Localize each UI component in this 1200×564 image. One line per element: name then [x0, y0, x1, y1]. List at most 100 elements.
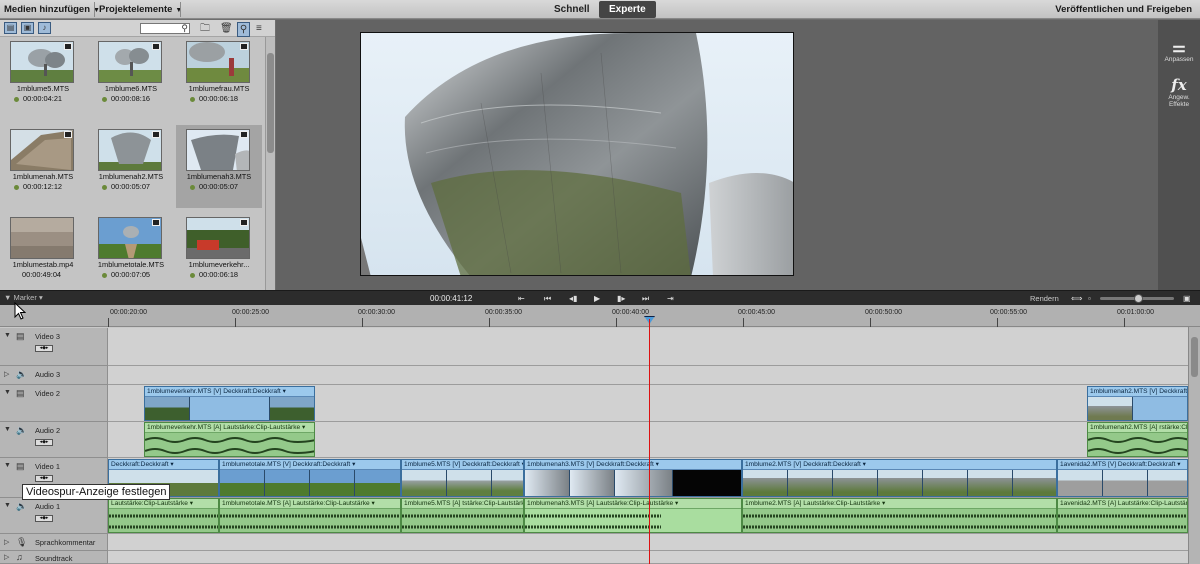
track-audio1[interactable]: Lautstärke:Clip-Lautstärke ▾ 1mblumetota…: [108, 498, 1188, 534]
audio-clip[interactable]: 1mblume5.MTS [A] tstärke:Clip-Lautstärke…: [401, 498, 524, 533]
zoom-slider-handle[interactable]: [1134, 294, 1143, 303]
mode-quick-tab[interactable]: Schnell: [544, 1, 600, 18]
video-filter-icon[interactable]: ▤: [4, 22, 17, 34]
keyframe-controls[interactable]: ◂◆▸: [35, 439, 53, 446]
track-header-narration[interactable]: ▷ 🎙 Sprachkommentar: [0, 534, 108, 551]
project-assets-menu[interactable]: Projektelemente ▼: [95, 0, 186, 19]
asset-item[interactable]: 1mblumeverkehr... 00:00:06:18: [176, 213, 262, 296]
step-forward-icon[interactable]: ▮▸: [617, 293, 625, 304]
keyframe-controls[interactable]: ◂◆▸: [35, 475, 53, 482]
track-video3[interactable]: [108, 328, 1188, 366]
pin-icon[interactable]: ⚲: [237, 22, 250, 37]
track-header-video3[interactable]: ▼ ▤ Video 3 ◂◆▸: [0, 328, 108, 366]
next-edit-icon[interactable]: ⏭: [642, 293, 649, 304]
render-button[interactable]: Rendern: [1030, 294, 1059, 303]
audio-clip[interactable]: 1mblume2.MTS [A] Lautstärke:Clip-Lautstä…: [742, 498, 1057, 533]
film-icon: [152, 43, 160, 50]
keyframe-controls[interactable]: ◂◆▸: [35, 515, 53, 522]
track-header-audio1[interactable]: ▼ 🔈 Audio 1 ◂◆▸: [0, 498, 108, 534]
scrollbar-thumb[interactable]: [1191, 337, 1198, 377]
asset-item[interactable]: 1mblume5.MTS 00:00:04:21: [0, 37, 86, 120]
track-header-video2[interactable]: ▼ ▤ Video 2: [0, 385, 108, 422]
publish-share-menu[interactable]: Veröffentlichen und Freigeben: [1051, 0, 1196, 19]
step-back-icon[interactable]: ◂▮: [569, 293, 577, 304]
expand-triangle-icon[interactable]: ▷: [4, 370, 9, 378]
track-name: Audio 3: [35, 370, 61, 379]
assets-scrollbar[interactable]: [265, 37, 275, 296]
audio-clip[interactable]: 1mblumeverkehr.MTS [A] Lautstärke:Clip-L…: [144, 422, 315, 457]
keyframe-controls[interactable]: ◂◆▸: [35, 345, 53, 352]
delete-icon[interactable]: 🗑: [220, 22, 233, 35]
zoom-in-icon[interactable]: ▣: [1183, 293, 1191, 304]
track-header-audio2[interactable]: ▼ 🔈 Audio 2 ◂◆▸: [0, 422, 108, 458]
new-folder-icon[interactable]: 🗀: [200, 22, 210, 35]
video-clip[interactable]: 1mblumenah3.MTS [V] Deckkraft:Deckkraft …: [524, 459, 742, 497]
waveform: [743, 514, 1056, 529]
current-timecode[interactable]: 00:00:41:12: [430, 294, 472, 303]
expand-triangle-icon[interactable]: ▼: [4, 462, 11, 469]
asset-item-selected[interactable]: 1mblumenah3.MTS 00:00:05:07: [176, 125, 262, 208]
asset-item[interactable]: 1mblumenah2.MTS 00:00:05:07: [88, 125, 174, 208]
playhead-line[interactable]: [649, 319, 650, 564]
video-clip[interactable]: 1mblumenah2.MTS [V] Deckkraft:Deckkraft …: [1087, 386, 1188, 421]
video-clip[interactable]: 1mblume2.MTS [V] Deckkraft:Deckkraft ▾: [742, 459, 1057, 497]
film-icon: [152, 131, 160, 138]
fit-timeline-icon[interactable]: ⟺: [1071, 293, 1082, 304]
sliders-icon: ⚌: [1172, 38, 1186, 56]
track-video1[interactable]: Deckkraft:Deckkraft ▾ 1mblumetotale.MTS …: [108, 458, 1188, 498]
expand-triangle-icon[interactable]: ▼: [4, 332, 11, 339]
audio-filter-icon[interactable]: ♪: [38, 22, 51, 34]
go-to-end-icon[interactable]: ⇥: [667, 293, 674, 304]
previous-edit-icon[interactable]: ⏮: [544, 293, 551, 304]
audio-clip[interactable]: 1mblumenah2.MTS [A] rstärke:Clip-Lautstä…: [1087, 422, 1188, 457]
audio-clip[interactable]: Lautstärke:Clip-Lautstärke ▾: [108, 498, 219, 533]
track-header-soundtrack[interactable]: ▷ ♫ Soundtrack: [0, 551, 108, 564]
zoom-out-icon[interactable]: ▫: [1088, 293, 1091, 304]
track-audio3[interactable]: [108, 366, 1188, 385]
asset-duration: 00:00:06:18: [190, 270, 238, 279]
play-icon[interactable]: ▶: [594, 293, 600, 304]
project-assets-label: Projektelemente: [99, 4, 173, 15]
track-video2[interactable]: 1mblumeverkehr.MTS [V] Deckkraft:Deckkra…: [108, 385, 1188, 422]
track-narration[interactable]: [108, 534, 1188, 551]
panel-menu-icon[interactable]: ≡: [256, 22, 262, 35]
expand-triangle-icon[interactable]: ▷: [4, 538, 9, 546]
video-clip[interactable]: 1mblumetotale.MTS [V] Deckkraft:Deckkraf…: [219, 459, 401, 497]
marker-menu[interactable]: ▼ Marker ▾: [4, 293, 43, 302]
assets-search-input[interactable]: ⚲: [140, 23, 190, 34]
expand-triangle-icon[interactable]: ▷: [4, 553, 9, 561]
expand-triangle-icon[interactable]: ▼: [4, 426, 11, 433]
go-to-start-icon[interactable]: ⇤: [518, 293, 525, 304]
video-clip[interactable]: 1avenida2.MTS [V] Deckkraft:Deckkraft ▾: [1057, 459, 1188, 497]
duration-value: 00:00:05:07: [199, 182, 239, 191]
asset-item[interactable]: 1mblumefrau.MTS 00:00:06:18: [176, 37, 262, 120]
track-audio2[interactable]: 1mblumeverkehr.MTS [A] Lautstärke:Clip-L…: [108, 422, 1188, 458]
mode-expert-tab[interactable]: Experte: [599, 1, 656, 18]
ruler-tick: [1124, 318, 1125, 327]
video-clip[interactable]: 1mblume5.MTS [V] Deckkraft:Deckkraft ▾: [401, 459, 524, 497]
asset-item[interactable]: 1mblumestab.mp4 00:00:49:04: [0, 213, 86, 296]
asset-item[interactable]: 1mblume6.MTS 00:00:08:16: [88, 37, 174, 120]
expand-triangle-icon[interactable]: ▼: [4, 502, 11, 509]
expand-triangle-icon[interactable]: ▼: [4, 389, 11, 396]
assets-toolbar: ▤ ▣ ♪ ⚲ 🗀 🗑 ⚲ ≡: [0, 20, 275, 37]
audio-clip[interactable]: 1mblumetotale.MTS [A] Lautstärke:Clip-La…: [219, 498, 401, 533]
duration-value: 00:00:12:12: [23, 182, 63, 191]
audio-clip[interactable]: 1mblumenah3.MTS [A] Lautstärke:Clip-Laut…: [524, 498, 742, 533]
used-indicator-icon: [190, 96, 195, 102]
adjust-button[interactable]: ⚌ Anpassen: [1158, 38, 1200, 63]
add-media-menu[interactable]: Medien hinzufügen ▼: [0, 0, 104, 19]
duration-value: 00:00:04:21: [23, 94, 63, 103]
asset-item[interactable]: 1mblumetotale.MTS 00:00:07:05: [88, 213, 174, 296]
asset-item[interactable]: 1mblumenah.MTS 00:00:12:12: [0, 125, 86, 208]
timeline-scrollbar[interactable]: [1188, 327, 1200, 564]
track-header-audio3[interactable]: ▷ 🔈 Audio 3: [0, 366, 108, 385]
track-soundtrack[interactable]: [108, 551, 1188, 564]
time-ruler[interactable]: 00:00:20:00 00:00:25:00 00:00:30:00 00:0…: [0, 305, 1200, 327]
image-filter-icon[interactable]: ▣: [21, 22, 34, 34]
video-clip[interactable]: 1mblumeverkehr.MTS [V] Deckkraft:Deckkra…: [144, 386, 315, 421]
applied-effects-button[interactable]: fx Angew. Effekte: [1158, 76, 1200, 108]
track-name: Audio 2: [35, 426, 61, 435]
audio-clip[interactable]: 1avenida2.MTS [A] Lautstärke:Clip-Lautst…: [1057, 498, 1188, 533]
scrollbar-thumb[interactable]: [267, 53, 274, 153]
